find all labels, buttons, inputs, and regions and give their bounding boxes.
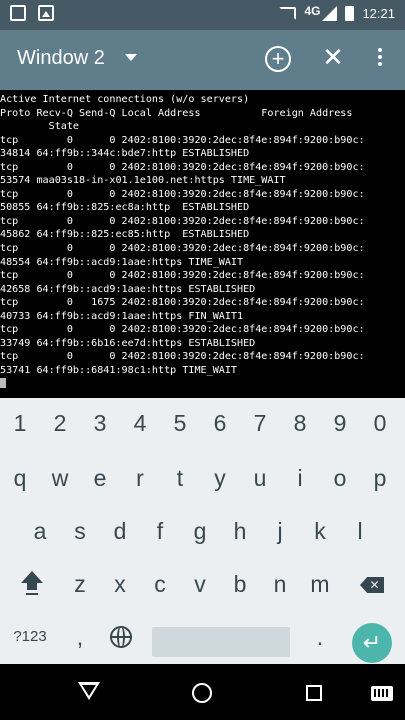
network-type: 4G xyxy=(304,3,321,18)
window-title[interactable]: Window 2 xyxy=(17,47,105,70)
more-icon[interactable] xyxy=(372,48,388,72)
key-r[interactable]: r xyxy=(120,453,160,503)
key-q[interactable]: q xyxy=(0,453,40,503)
enter-icon[interactable]: ↵ xyxy=(352,623,392,663)
key-i[interactable]: i xyxy=(280,453,320,503)
terminal-line: 42658 64:ff9b::acd9:1aae:https ESTABLISH… xyxy=(0,283,256,295)
space-bar[interactable] xyxy=(152,627,290,657)
key-b[interactable]: b xyxy=(220,559,260,609)
terminal-line: 45862 64:ff9b::825:ec85:http ESTABLISHED xyxy=(0,229,250,241)
keyboard-switch-icon[interactable] xyxy=(371,686,393,701)
key-l[interactable]: l xyxy=(340,506,380,556)
key-p[interactable]: p xyxy=(360,453,400,503)
terminal-line: tcp 0 0 2402:8100:3920:2dec:8f4e:894f:92… xyxy=(0,324,365,336)
key-h[interactable]: h xyxy=(220,506,260,556)
key-7[interactable]: 7 xyxy=(240,398,280,448)
notification-icon xyxy=(10,5,26,21)
key-2[interactable]: 2 xyxy=(40,398,80,448)
globe-icon[interactable] xyxy=(110,626,132,648)
terminal-line: 50855 64:ff9b::825:ec8a:http ESTABLISHED xyxy=(0,202,250,214)
key-t[interactable]: t xyxy=(160,453,200,503)
status-bar: 4G 12:21 xyxy=(0,0,405,30)
key-4[interactable]: 4 xyxy=(120,398,160,448)
gallery-icon xyxy=(38,5,54,21)
key-e[interactable]: e xyxy=(80,453,120,503)
terminal-line: 48554 64:ff9b::acd9:1aae:https TIME_WAIT xyxy=(0,256,244,268)
letter-row-2: asdfghjkl xyxy=(0,506,405,556)
shift-icon xyxy=(21,571,43,595)
terminal-line: 33749 64:ff9b::6b16:ee7d:https ESTABLISH… xyxy=(0,337,256,349)
terminal-line: tcp 0 0 2402:8100:3920:2dec:8f4e:894f:92… xyxy=(0,270,365,282)
key-k[interactable]: k xyxy=(300,506,340,556)
terminal-line: tcp 0 0 2402:8100:3920:2dec:8f4e:894f:92… xyxy=(0,215,365,227)
key-1[interactable]: 1 xyxy=(0,398,40,448)
battery-icon xyxy=(345,6,355,21)
terminal-line: Active Internet connections (w/o servers… xyxy=(0,94,250,105)
cast-icon xyxy=(279,7,297,20)
key-m[interactable]: m xyxy=(300,559,340,609)
terminal-line: tcp 0 1675 2402:8100:3920:2dec:8f4e:894f… xyxy=(0,297,365,309)
key-x[interactable]: x xyxy=(100,559,140,609)
key-9[interactable]: 9 xyxy=(320,398,360,448)
number-row: 1234567890 xyxy=(0,398,405,448)
terminal-line: tcp 0 0 2402:8100:3920:2dec:8f4e:894f:92… xyxy=(0,188,365,200)
key-j[interactable]: j xyxy=(260,506,300,556)
home-icon[interactable] xyxy=(192,683,212,703)
terminal-line: tcp 0 0 2402:8100:3920:2dec:8f4e:894f:92… xyxy=(0,243,365,255)
symbols-key[interactable]: ?123 xyxy=(10,612,50,662)
app-bar: Window 2 + ✕ xyxy=(0,30,405,90)
dropdown-icon[interactable] xyxy=(125,54,137,61)
key-v[interactable]: v xyxy=(180,559,220,609)
terminal-line: 53574 maa03s18-in-x01.1e100.net:https TI… xyxy=(0,175,286,187)
navigation-bar xyxy=(0,664,405,720)
close-icon[interactable]: ✕ xyxy=(320,44,346,70)
period-key[interactable]: . xyxy=(300,612,340,662)
terminal-line: tcp 0 0 2402:8100:3920:2dec:8f4e:894f:92… xyxy=(0,351,365,363)
key-z[interactable]: z xyxy=(60,559,100,609)
terminal-line: 40733 64:ff9b::acd9:1aae:https FIN_WAIT1 xyxy=(0,310,244,322)
terminal-line: State xyxy=(0,121,80,133)
key-3[interactable]: 3 xyxy=(80,398,120,448)
key-c[interactable]: c xyxy=(140,559,180,609)
back-icon[interactable] xyxy=(78,682,100,700)
key-a[interactable]: a xyxy=(20,506,60,556)
key-5[interactable]: 5 xyxy=(160,398,200,448)
key-8[interactable]: 8 xyxy=(280,398,320,448)
terminal-cursor-line xyxy=(0,377,405,391)
soft-keyboard: 1234567890 qwertyuiop asdfghjkl ✕ zxcvbn… xyxy=(0,398,405,664)
key-g[interactable]: g xyxy=(180,506,220,556)
clock: 12:21 xyxy=(362,6,395,21)
terminal-output[interactable]: Active Internet connections (w/o servers… xyxy=(0,90,405,398)
key-n[interactable]: n xyxy=(260,559,300,609)
key-f[interactable]: f xyxy=(140,506,180,556)
key-s[interactable]: s xyxy=(60,506,100,556)
recents-icon[interactable] xyxy=(306,685,322,701)
key-6[interactable]: 6 xyxy=(200,398,240,448)
key-d[interactable]: d xyxy=(100,506,140,556)
comma-key[interactable]: , xyxy=(60,612,100,662)
key-w[interactable]: w xyxy=(40,453,80,503)
shift-key[interactable] xyxy=(12,559,52,609)
bottom-row: ?123 , . ↵ xyxy=(0,612,405,663)
add-icon[interactable]: + xyxy=(265,46,291,72)
key-y[interactable]: y xyxy=(200,453,240,503)
backspace-icon[interactable]: ✕ xyxy=(360,577,384,593)
terminal-line: tcp 0 0 2402:8100:3920:2dec:8f4e:894f:92… xyxy=(0,161,365,173)
key-0[interactable]: 0 xyxy=(360,398,400,448)
signal-icon xyxy=(322,6,338,21)
terminal-line: 34814 64:ff9b::344c:bde7:http ESTABLISHE… xyxy=(0,148,250,160)
terminal-cursor xyxy=(0,378,6,389)
key-u[interactable]: u xyxy=(240,453,280,503)
key-o[interactable]: o xyxy=(320,453,360,503)
terminal-line: tcp 0 0 2402:8100:3920:2dec:8f4e:894f:92… xyxy=(0,134,365,146)
terminal-line: 53741 64:ff9b::6841:98c1:http TIME_WAIT xyxy=(0,364,238,376)
letter-row-3: ✕ zxcvbnm xyxy=(0,559,405,609)
letter-row-1: qwertyuiop xyxy=(0,453,405,503)
terminal-line: Proto Recv-Q Send-Q Local Address Foreig… xyxy=(0,107,353,119)
